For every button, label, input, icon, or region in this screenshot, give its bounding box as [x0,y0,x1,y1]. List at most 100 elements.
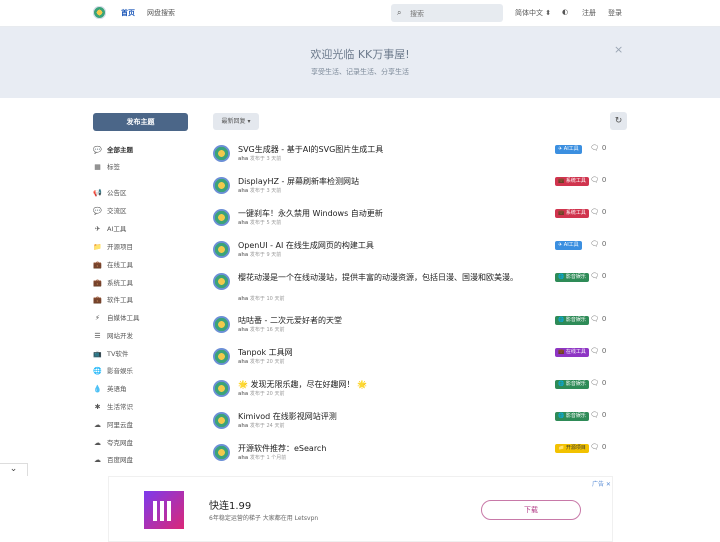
discussion-title[interactable]: Kimivod 在线影视网站评测 [238,411,523,422]
ad-box[interactable]: 快连1.99 6年稳定运营的梯子 大家都在用 Letsvpn 下载 广告 ✕ [108,476,613,542]
comment-icon: 🗨 [590,315,599,323]
discussion-row[interactable]: Kimivod 在线影视网站评测 aha 发布于 24 天前 🌐 影音娱乐 🗨 0 [213,411,613,441]
sidebar-item[interactable]: ▦ 标签 [93,161,120,173]
language-selector[interactable]: 简体中文 ⬍ [515,8,551,18]
hero-title: 欢迎光临 KK万事屋! [310,48,410,61]
close-icon[interactable]: × [614,43,623,56]
category-tag[interactable]: 🌐 影音娱乐 [555,316,589,325]
sidebar-item-label: AI工具 [107,225,127,233]
theme-toggle-icon[interactable]: ◐ [562,8,568,16]
category-tag[interactable]: 💼 系统工具 [555,209,589,218]
sidebar-item[interactable]: ⚡ 自媒体工具 [93,312,139,324]
sidebar-item[interactable]: 💧 英语角 [93,383,126,395]
avatar[interactable] [213,380,230,397]
welcome-hero: 欢迎光临 KK万事屋! 享受生活、记录生活、分享生活 × [0,27,720,98]
avatar[interactable] [213,444,230,461]
discussion-meta: aha 发布于 24 天前 [238,422,284,429]
sidebar-item[interactable]: ✈ AI工具 [93,223,127,235]
post-time: 发布于 10 天前 [249,296,285,302]
sidebar-item-label: 生活常识 [107,403,133,411]
avatar[interactable] [213,145,230,162]
author-name[interactable]: aha [238,327,248,333]
discussion-title[interactable]: DisplayHZ - 屏幕刷新率检测网站 [238,176,523,187]
discussion-row[interactable]: 咕咕番 - 二次元爱好者的天堂 aha 发布于 16 天前 🌐 影音娱乐 🗨 0 [213,315,613,345]
site-logo[interactable] [93,6,106,19]
category-tag[interactable]: 📁 开源项目 [555,444,589,453]
discussion-row[interactable]: 樱花动漫是一个在线动漫站，提供丰富的动漫资源，包括日漫、国漫和欧美漫。 aha 发… [213,272,613,302]
discussion-title[interactable]: 一键刹车！永久禁用 Windows 自动更新 [238,208,523,219]
category-tag[interactable]: 💼 在线工具 [555,348,589,357]
sidebar-item[interactable]: 🌐 影音娱乐 [93,365,133,377]
sidebar-item[interactable]: 📢 公告区 [93,187,126,199]
sidebar-item-label: 在线工具 [107,261,133,269]
category-tag[interactable]: ✈ AI工具 [555,241,582,250]
author-name[interactable]: aha [238,423,248,429]
sidebar-item[interactable]: 📁 开源项目 [93,241,133,253]
discussion-row[interactable]: 一键刹车！永久禁用 Windows 自动更新 aha 发布于 5 天前 💼 系统工具… [213,208,613,238]
login-link[interactable]: 登录 [608,8,622,18]
sidebar-item[interactable]: ☁ 夸克网盘 [93,437,133,449]
search-input[interactable] [408,6,500,21]
discussion-title[interactable]: SVG生成器 - 基于AI的SVG图片生成工具 [238,144,523,155]
author-name[interactable]: aha [238,455,248,461]
nav-home-link[interactable]: 首页 [121,8,135,18]
avatar[interactable] [213,209,230,226]
sidebar-item[interactable]: 💬 交流区 [93,205,126,217]
post-topic-button[interactable]: 发布主题 [93,113,188,131]
author-name[interactable]: aha [238,359,248,365]
category-tag[interactable]: 💼 系统工具 [555,177,589,186]
category-tag[interactable]: 🌐 影音娱乐 [555,380,589,389]
discussion-title[interactable]: Tanpok 工具网 [238,347,523,358]
category-tag[interactable]: 🌐 影音娱乐 [555,273,589,282]
category-tag[interactable]: ✈ AI工具 [555,145,582,154]
discussion-row[interactable]: SVG生成器 - 基于AI的SVG图片生成工具 aha 发布于 3 天前 ✈ AI工… [213,144,613,174]
sidebar-item[interactable]: 💼 系统工具 [93,277,133,289]
sidebar-item-label: 百度网盘 [107,456,133,464]
author-name[interactable]: aha [238,220,248,226]
sidebar-item[interactable]: 💼 软件工具 [93,294,133,306]
search-box[interactable]: ⌕ [391,4,503,22]
register-link[interactable]: 注册 [582,8,596,18]
sidebar-item[interactable]: 📺 TV软件 [93,348,128,360]
ad-subtitle: 6年稳定运营的梯子 大家都在用 Letsvpn [209,515,319,522]
ad-download-button[interactable]: 下载 [481,500,581,520]
nav-pan-search-link[interactable]: 网盘搜索 [147,8,175,18]
discussion-row[interactable]: 开源软件推荐：eSearch aha 发布于 1 个月前 📁 开源项目 🗨 0 [213,443,613,473]
sidebar-item[interactable]: ✱ 生活常识 [93,401,133,413]
ad-flag[interactable]: 广告 ✕ [592,479,611,488]
discussion-title[interactable]: 开源软件推荐：eSearch [238,443,523,454]
reply-count: 🗨 0 [590,379,606,387]
avatar[interactable] [213,241,230,258]
refresh-icon[interactable]: ↻ [610,112,627,130]
asterisk-icon: ✱ [94,403,101,411]
comment-icon: 🗨 [590,272,599,280]
author-name[interactable]: aha [238,156,248,162]
discussion-row[interactable]: 🌟 发现无限乐趣，尽在好趣网！ 🌟 aha 发布于 20 天前 🌐 影音娱乐 🗨 0 [213,379,613,409]
sidebar-item[interactable]: 💼 在线工具 [93,259,133,271]
avatar[interactable] [213,412,230,429]
author-name[interactable]: aha [238,296,248,302]
avatar[interactable] [213,348,230,365]
author-name[interactable]: aha [238,252,248,258]
category-tag[interactable]: 🌐 影音娱乐 [555,412,589,421]
sidebar-item[interactable]: ☰ 网站开发 [93,330,133,342]
discussion-title[interactable]: 🌟 发现无限乐趣，尽在好趣网！ 🌟 [238,379,523,390]
cloud-icon: ☁ [94,421,101,429]
discussion-row[interactable]: Tanpok 工具网 aha 发布于 20 天前 💼 在线工具 🗨 0 [213,347,613,377]
discussion-title[interactable]: 咕咕番 - 二次元爱好者的天堂 [238,315,523,326]
avatar[interactable] [213,273,230,290]
author-name[interactable]: aha [238,188,248,194]
sort-dropdown[interactable]: 最新回复 ▾ [213,113,259,130]
sidebar-item[interactable]: ☁ 百度网盘 [93,454,133,466]
discussion-row[interactable]: OpenUI - AI 在线生成网页的构建工具 aha 发布于 9 天前 ✈ AI工… [213,240,613,270]
comment-icon: 🗨 [590,443,599,451]
sidebar-item[interactable]: ☁ 阿里云盘 [93,419,133,431]
author-name[interactable]: aha [238,391,248,397]
discussion-title[interactable]: OpenUI - AI 在线生成网页的构建工具 [238,240,523,251]
reply-count: 🗨 0 [590,208,606,216]
avatar[interactable] [213,316,230,333]
avatar[interactable] [213,177,230,194]
sidebar-item[interactable]: 💬 全部主题 [93,144,133,156]
discussion-row[interactable]: DisplayHZ - 屏幕刷新率检测网站 aha 发布于 3 天前 💼 系统工具 🗨… [213,176,613,206]
discussion-title[interactable]: 樱花动漫是一个在线动漫站，提供丰富的动漫资源，包括日漫、国漫和欧美漫。 [238,272,523,283]
